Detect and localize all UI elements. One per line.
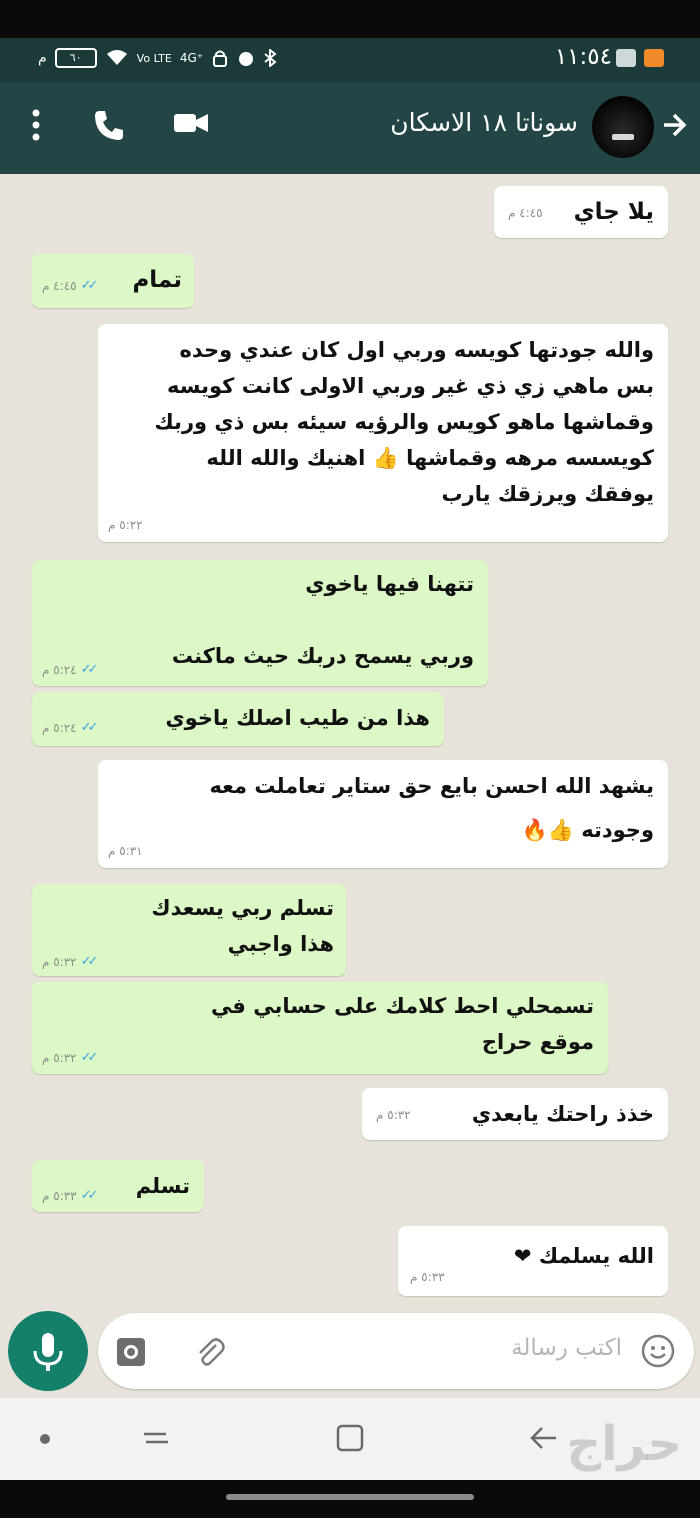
- more-options-icon[interactable]: [30, 108, 42, 142]
- incoming-message[interactable]: والله جودتها كويسه وربي اول كان عندي وحد…: [98, 324, 668, 542]
- message-text: تسمحلي احط كلامك على حسابي في موقع حراج: [210, 994, 594, 1054]
- message-text: الله يسلمك ❤: [513, 1244, 654, 1268]
- signal-text: Vo LTE: [136, 51, 172, 65]
- recent-apps-icon[interactable]: [140, 1422, 172, 1454]
- message-time: ٥:٣٣ م: [410, 1270, 445, 1284]
- message-time: ✓✓ ٥:٣٢ م: [42, 954, 99, 969]
- outgoing-message[interactable]: تمام ✓✓ ٤:٤٥ م: [32, 254, 194, 308]
- time-label: ٤:٤٥ م: [42, 278, 77, 293]
- alarm-icon: [239, 52, 254, 66]
- time-label: ٥:٣٢ م: [42, 1050, 77, 1065]
- incoming-message[interactable]: الله يسلمك ❤ ٥:٣٣ م: [398, 1226, 668, 1296]
- message-time: ٥:٣٢ م: [376, 1108, 411, 1122]
- home-icon[interactable]: [334, 1422, 366, 1454]
- read-ticks-icon: ✓✓: [80, 720, 99, 735]
- emoji-icon[interactable]: [640, 1333, 676, 1369]
- microphone-icon: [33, 1333, 63, 1371]
- message-time: ✓✓ ٥:٣٢ م: [42, 1050, 99, 1065]
- time-label: ٥:٣٣ م: [410, 1270, 445, 1284]
- message-text: خذذ راحتك يابعدي: [471, 1102, 654, 1126]
- incoming-message[interactable]: يلا جاي ٤:٤٥ م: [494, 186, 668, 238]
- message-time: ✓✓ ٤:٤٥ م: [42, 278, 99, 293]
- message-text: هذا من طيب اصلك ياخوي: [165, 706, 430, 730]
- message-time: ٤:٤٥ م: [508, 206, 543, 220]
- read-ticks-icon: ✓✓: [80, 662, 99, 677]
- back-icon[interactable]: [528, 1422, 560, 1454]
- time-label: ٥:٣٢ م: [376, 1108, 411, 1122]
- chat-header: سوناتا ١٨ الاسكان: [0, 82, 700, 174]
- message-text: تسلم: [135, 1174, 190, 1198]
- wifi-icon: [106, 50, 127, 65]
- status-bar: م ٦٠ Vo LTE 4G⁺ ١١:٥٤: [0, 38, 700, 82]
- read-ticks-icon: ✓✓: [80, 278, 99, 293]
- message-time: ٥:٣١ م: [108, 844, 143, 858]
- read-ticks-icon: ✓✓: [80, 1050, 99, 1065]
- message-input[interactable]: اكتب رسالة: [511, 1335, 622, 1361]
- home-indicator[interactable]: [226, 1494, 474, 1500]
- time-label: ٥:٢٤ م: [42, 720, 77, 735]
- contact-name[interactable]: سوناتا ١٨ الاسكان: [390, 108, 578, 137]
- status-time: ١١:٥٤: [554, 44, 612, 70]
- haraj-watermark: حراج: [566, 1416, 683, 1472]
- outgoing-message[interactable]: هذا من طيب اصلك ياخوي ✓✓ ٥:٢٤ م: [32, 692, 444, 746]
- back-arrow-icon[interactable]: [660, 110, 688, 140]
- message-time: ✓✓ ٥:٣٣ م: [42, 1188, 99, 1203]
- notification-icon: م: [38, 50, 47, 66]
- outgoing-message[interactable]: تسلم ✓✓ ٥:٣٣ م: [32, 1160, 204, 1212]
- status-right-icons: [616, 49, 664, 67]
- message-text: تتهنا فيها ياخوي وربي يسمح دربك حيث ماكن…: [171, 572, 474, 668]
- bluetooth-icon: [264, 49, 277, 67]
- message-input-bar[interactable]: اكتب رسالة: [98, 1313, 694, 1389]
- message-text: والله جودتها كويسه وربي اول كان عندي وحد…: [154, 338, 655, 506]
- read-ticks-icon: ✓✓: [80, 1188, 99, 1203]
- system-nav-bar: حراج: [0, 1398, 700, 1480]
- time-label: ٥:٢٢ م: [108, 518, 143, 532]
- camera-icon[interactable]: [114, 1335, 148, 1369]
- battery-icon: ٦٠: [54, 48, 97, 68]
- message-time: ✓✓ ٥:٢٤ م: [42, 720, 99, 735]
- gesture-bar: [0, 1480, 700, 1518]
- outgoing-message[interactable]: تسمحلي احط كلامك على حسابي في موقع حراج …: [32, 982, 608, 1074]
- time-label: ٥:٢٤ م: [42, 662, 77, 677]
- status-left-icons: م ٦٠ Vo LTE 4G⁺: [38, 48, 277, 68]
- read-ticks-icon: ✓✓: [80, 954, 99, 969]
- incoming-message[interactable]: يشهد الله احسن بايع حق ستاير تعاملت معه …: [98, 760, 668, 868]
- camera-cutout-bar: [0, 0, 700, 38]
- time-label: ٥:٣٣ م: [42, 1188, 77, 1203]
- message-text: تسلم ربي يسعدك هذا واجبي: [151, 896, 334, 956]
- phone-call-icon[interactable]: [92, 108, 126, 142]
- camera-notification-icon: [616, 49, 636, 67]
- time-label: ٥:٣٢ م: [42, 954, 77, 969]
- time-label: ٥:٣١ م: [108, 844, 143, 858]
- message-text: يشهد الله احسن بايع حق ستاير تعاملت معه …: [209, 774, 654, 842]
- message-time: ٥:٢٢ م: [108, 518, 143, 532]
- contact-avatar[interactable]: [592, 96, 654, 158]
- app-notification-icon: [644, 49, 664, 67]
- time-label: ٤:٤٥ م: [508, 206, 543, 220]
- nav-dot-icon[interactable]: [38, 1432, 52, 1446]
- chat-area[interactable]: يلا جاي ٤:٤٥ م تمام ✓✓ ٤:٤٥ م والله جودته…: [0, 174, 700, 1398]
- message-time: ✓✓ ٥:٢٤ م: [42, 662, 99, 677]
- outgoing-message[interactable]: تتهنا فيها ياخوي وربي يسمح دربك حيث ماكن…: [32, 560, 488, 686]
- voice-message-button[interactable]: [8, 1311, 88, 1391]
- outgoing-message[interactable]: تسلم ربي يسعدك هذا واجبي ✓✓ ٥:٣٢ م: [32, 884, 346, 976]
- message-text: تمام: [132, 267, 182, 293]
- battery-level: ٦٠: [69, 51, 82, 64]
- message-text: يلا جاي: [573, 199, 654, 225]
- video-call-icon[interactable]: [172, 108, 210, 138]
- lock-icon: [213, 50, 228, 67]
- attach-icon[interactable]: [192, 1335, 226, 1369]
- incoming-message[interactable]: خذذ راحتك يابعدي ٥:٣٢ م: [362, 1088, 668, 1140]
- network-type: 4G⁺: [179, 51, 204, 65]
